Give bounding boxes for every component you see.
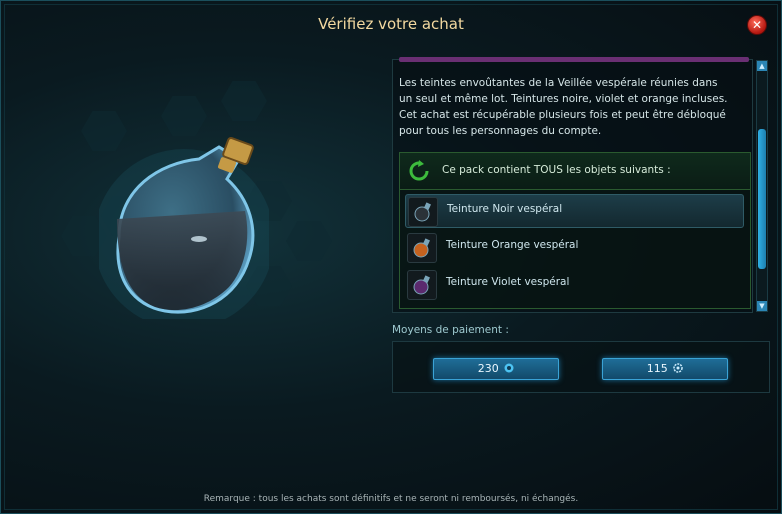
pack-contents: Ce pack contient TOUS les objets suivant… xyxy=(399,152,751,309)
price-amount: 230 xyxy=(477,362,499,375)
dye-potion-image xyxy=(99,137,269,319)
pack-item-label: Teinture Violet vespéral xyxy=(446,276,570,288)
pack-item-violet[interactable]: Teinture Violet vespéral xyxy=(405,268,742,300)
ogrines-icon xyxy=(504,363,514,373)
dialog-title: Vérifiez votre achat xyxy=(318,15,464,33)
black-dye-potion-icon xyxy=(408,197,438,227)
pack-description: Les teintes envoûtantes de la Veillée ve… xyxy=(399,77,728,137)
orange-dye-potion-icon xyxy=(407,233,437,263)
pay-ogrines-button[interactable]: 230 xyxy=(433,358,559,380)
scroll-down-arrow-icon[interactable]: ▼ xyxy=(757,301,767,311)
panel-top-bar xyxy=(399,57,749,62)
pack-item-label: Teinture Orange vespéral xyxy=(446,239,579,251)
kamas-icon xyxy=(673,363,683,373)
price-amount: 115 xyxy=(646,362,668,375)
scrollbar-thumb[interactable] xyxy=(758,129,766,269)
violet-dye-potion-icon xyxy=(407,270,437,300)
refresh-arrow-icon xyxy=(409,160,429,181)
hex-decoration xyxy=(286,221,332,261)
details-scrollbar[interactable]: ▲ ▼ xyxy=(756,60,768,312)
hex-decoration xyxy=(221,81,267,121)
purchase-dialog: Vérifiez votre achat ✕ Les teintes envoû… xyxy=(0,0,782,514)
pack-title: Ce pack contient TOUS les objets suivant… xyxy=(442,164,671,176)
purchase-remark: Remarque : tous les achats sont définiti… xyxy=(203,494,579,504)
pack-item-label: Teinture Noir vespéral xyxy=(447,203,563,215)
payment-label: Moyens de paiement : xyxy=(392,324,509,336)
payment-panel: 230 115 xyxy=(392,341,770,393)
pack-header: Ce pack contient TOUS les objets suivant… xyxy=(400,153,750,190)
pack-item-noir[interactable]: Teinture Noir vespéral xyxy=(405,194,744,228)
close-icon[interactable]: ✕ xyxy=(747,15,767,35)
scroll-up-arrow-icon[interactable]: ▲ xyxy=(757,61,767,71)
pay-kamas-button[interactable]: 115 xyxy=(602,358,728,380)
pack-item-orange[interactable]: Teinture Orange vespéral xyxy=(405,231,742,263)
